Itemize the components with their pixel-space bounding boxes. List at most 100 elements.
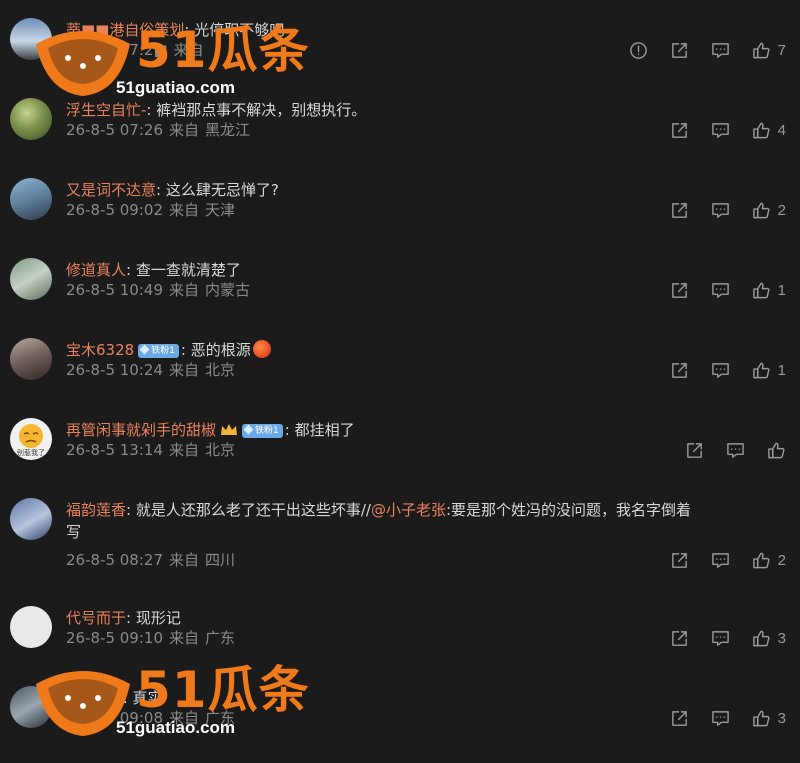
location: 天津 [205, 201, 236, 219]
report-button[interactable] [629, 41, 648, 60]
comment-text: 裤裆那点事不解决，别想执行。 [156, 101, 367, 119]
avatar[interactable] [10, 18, 52, 60]
comment-icon [711, 552, 729, 568]
fan-badge-label: 铁粉1 [151, 346, 175, 356]
comment-item: 修道真人: 查一查就清楚了 26-8-5 10:49 来自 内蒙古 1 [0, 258, 800, 338]
share-button[interactable] [670, 281, 689, 300]
share-icon [671, 630, 687, 646]
username-link[interactable]: 修道真人 [66, 261, 126, 279]
avatar[interactable] [10, 178, 52, 220]
angry-face-emoji-icon [252, 340, 271, 358]
from-label: 来自 [173, 41, 204, 59]
comment-actions [663, 440, 786, 460]
comment-item: 宝木6328 铁粉1: 恶的根源 26-8-5 10:24 来自 北京 1 [0, 338, 800, 418]
comment-icon [711, 122, 729, 138]
comment-meta: 26-8-5 10:49 来自 内蒙古 [66, 280, 250, 300]
comment-text-line: ■■■■: 真实 [66, 689, 163, 707]
timestamp: 26-8-5 09:08 [66, 709, 163, 727]
comment-meta: 26-8-5 09:08 来自 广东 [66, 708, 235, 728]
reply-button[interactable] [711, 629, 730, 648]
comment-text-line: 又是词不达意: 这么肆无忌惮了? [66, 181, 279, 199]
like-count: 2 [777, 551, 786, 569]
timestamp: 26-8-5 08:27 [66, 551, 163, 569]
from-label: 来自 [169, 361, 200, 379]
like-count: 3 [777, 629, 786, 647]
avatar[interactable] [10, 338, 52, 380]
like-button[interactable]: 3 [752, 629, 786, 648]
timestamp: 26-8-5 10:49 [66, 281, 163, 299]
like-icon [752, 202, 770, 218]
reply-button[interactable] [711, 361, 730, 380]
comment-actions: 1 [648, 280, 786, 300]
comment-item: 别惹我了 再管闲事就剁手的甜椒 铁粉1: 都挂相了 26-8-5 13:14 来自 北京 [0, 418, 800, 498]
reply-button[interactable] [711, 281, 730, 300]
share-button[interactable] [670, 361, 689, 380]
comment-meta: 26-8-5 07:2■ 来自 [66, 40, 210, 60]
like-button[interactable]: 4 [752, 121, 786, 140]
avatar[interactable] [10, 606, 52, 648]
comment-icon [711, 282, 729, 298]
share-icon [687, 442, 702, 458]
avatar[interactable] [10, 258, 52, 300]
gem-icon [243, 424, 254, 435]
reply-button[interactable] [711, 709, 730, 728]
share-button[interactable] [670, 201, 689, 220]
comment-text-wrap: 写 [66, 523, 82, 541]
reply-button[interactable] [726, 441, 745, 460]
like-button[interactable]: 1 [752, 361, 786, 380]
like-button[interactable]: 3 [752, 709, 786, 728]
like-button[interactable]: 2 [752, 201, 786, 220]
comment-item: 又是词不达意: 这么肆无忌惮了? 26-8-5 09:02 来自 天津 2 [0, 178, 800, 258]
like-count: 2 [777, 201, 786, 219]
comment-meta: 26-8-5 10:24 来自 北京 [66, 360, 235, 380]
username-link[interactable]: ■■■■ [66, 689, 123, 707]
like-button[interactable] [767, 441, 786, 460]
timestamp: 26-8-5 07:2■ [66, 41, 168, 59]
comment-icon [711, 710, 729, 726]
comment-actions: 7 [607, 40, 786, 60]
from-label: 来自 [169, 121, 200, 139]
like-button[interactable]: 7 [752, 41, 786, 60]
avatar[interactable] [10, 98, 52, 140]
location: 北京 [205, 441, 236, 459]
share-button[interactable] [670, 629, 689, 648]
username-link[interactable]: 福韵莲香 [66, 501, 126, 519]
username-link[interactable]: 代号而于 [66, 609, 126, 627]
mention-link[interactable]: @小子老张 [371, 501, 446, 519]
comment-text-line: 代号而于: 现形记 [66, 609, 181, 627]
username-link[interactable]: 宝木6328 [66, 341, 134, 359]
reply-button[interactable] [711, 201, 730, 220]
comment-text: 光停职不够吧 [194, 21, 285, 39]
location: 广东 [205, 709, 236, 727]
username-link[interactable]: 又是词不达意 [66, 181, 156, 199]
comment-icon [711, 202, 729, 218]
share-button[interactable] [685, 441, 704, 460]
share-button[interactable] [670, 121, 689, 140]
username-link[interactable]: 蒂■■港自俗策划 [66, 21, 184, 39]
from-label: 来自 [169, 441, 200, 459]
like-button[interactable]: 2 [752, 551, 786, 570]
reply-button[interactable] [711, 121, 730, 140]
comment-icon [711, 630, 729, 646]
username-link[interactable]: 再管闲事就剁手的甜椒 [66, 421, 216, 439]
location: 北京 [205, 361, 236, 379]
comment-text: 都挂相了 [294, 421, 355, 439]
like-count: 4 [777, 121, 786, 139]
avatar-caption: 别惹我了 [17, 449, 45, 457]
comment-text: 这么肆无忌惮了? [165, 181, 279, 199]
reply-button[interactable] [711, 551, 730, 570]
share-button[interactable] [670, 551, 689, 570]
avatar[interactable] [10, 686, 52, 728]
share-button[interactable] [670, 41, 689, 60]
like-button[interactable]: 1 [752, 281, 786, 300]
avatar[interactable] [10, 498, 52, 540]
like-icon [752, 282, 770, 298]
username-link[interactable]: 浮生空自忙- [66, 101, 146, 119]
from-label: 来自 [169, 281, 200, 299]
share-icon [671, 42, 687, 58]
reply-button[interactable] [711, 41, 730, 60]
avatar[interactable]: 别惹我了 [10, 418, 52, 460]
share-button[interactable] [670, 709, 689, 728]
gem-icon [139, 344, 150, 355]
location: 广东 [205, 629, 236, 647]
